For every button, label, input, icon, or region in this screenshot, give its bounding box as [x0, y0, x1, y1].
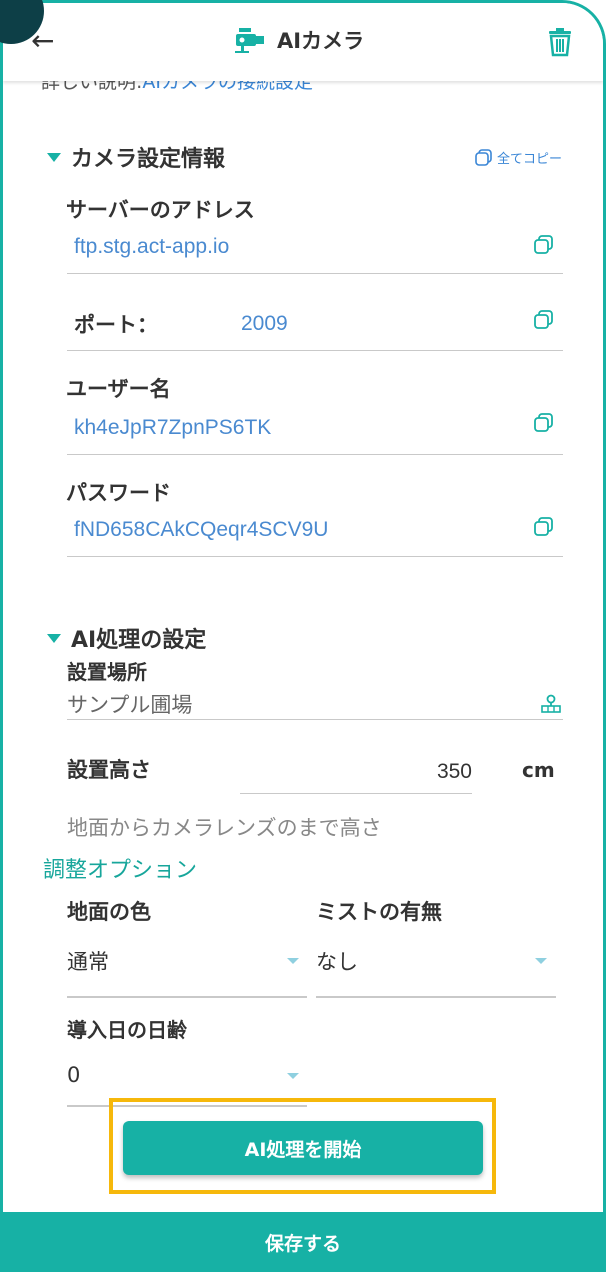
start-ai-button[interactable]: AI処理を開始	[123, 1121, 483, 1175]
divider	[67, 719, 563, 720]
divider	[67, 273, 563, 274]
username-value: kh4eJpR7ZpnPS6TK	[74, 416, 272, 439]
app-header: ← AIカメラ	[3, 3, 603, 81]
camera-settings-header[interactable]: カメラ設定情報	[47, 141, 225, 173]
chevron-down-icon	[287, 958, 299, 964]
ai-settings-title: AI処理の設定	[71, 628, 207, 653]
location-value[interactable]: サンプル圃場	[67, 689, 192, 719]
ground-color-label: 地面の色	[67, 900, 151, 924]
header-title-group: AIカメラ	[233, 25, 364, 55]
ai-settings-header[interactable]: AI処理の設定	[47, 622, 206, 654]
camera-icon	[235, 28, 264, 53]
height-input[interactable]	[240, 751, 472, 794]
trash-icon[interactable]	[547, 27, 573, 61]
age-label: 導入日の日齢	[67, 1018, 187, 1042]
server-address-label: サーバーのアドレス	[66, 198, 255, 222]
mist-label: ミストの有無	[316, 900, 442, 924]
age-value: 0	[67, 1063, 81, 1087]
app-frame: ← AIカメラ 詳しい説明:AIカメラの接続設定 カメラ設定情報 全てコピー サ…	[0, 0, 606, 1272]
copy-icon	[475, 148, 492, 166]
copy-all-label: 全てコピー	[497, 152, 563, 167]
collapse-triangle-icon	[47, 633, 61, 643]
username-label: ユーザー名	[66, 377, 171, 401]
copy-icon[interactable]	[533, 516, 555, 538]
save-button[interactable]: 保存する	[3, 1212, 603, 1269]
location-label: 設置場所	[67, 660, 147, 684]
height-hint: 地面からカメラレンズのまで高さ	[67, 816, 382, 840]
divider	[67, 350, 563, 351]
password-label: パスワード	[66, 481, 171, 505]
port-label: ポート：	[74, 313, 158, 337]
mist-value: なし	[316, 950, 358, 974]
ground-color-value: 通常	[67, 950, 109, 974]
divider	[67, 556, 563, 557]
height-unit: cm	[522, 758, 555, 782]
copy-icon[interactable]	[533, 412, 555, 434]
copy-all-button[interactable]: 全てコピー	[474, 148, 562, 167]
copy-icon[interactable]	[533, 234, 555, 256]
chevron-down-icon	[535, 958, 547, 964]
divider	[67, 454, 563, 455]
collapse-triangle-icon	[47, 152, 61, 162]
camera-settings-title: カメラ設定情報	[71, 147, 226, 172]
field-map-icon[interactable]	[540, 694, 562, 714]
underline	[316, 996, 556, 998]
height-label: 設置高さ	[67, 758, 151, 782]
port-value: 2009	[241, 312, 288, 335]
page-title: AIカメラ	[277, 29, 365, 53]
server-address-value: ftp.stg.act-app.io	[74, 235, 230, 258]
chevron-down-icon	[287, 1073, 299, 1079]
copy-icon[interactable]	[533, 309, 555, 331]
adjust-options-link[interactable]: 調整オプション	[43, 852, 197, 884]
password-value: fND658CAkCQeqr4SCV9U	[74, 518, 329, 541]
underline	[67, 996, 307, 998]
